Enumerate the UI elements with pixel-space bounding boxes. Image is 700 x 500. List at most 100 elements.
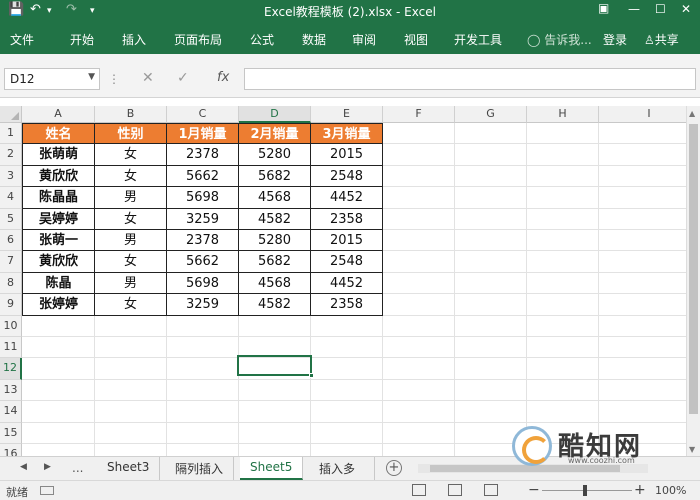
worksheet-grid[interactable]: ABCDEFGHI 1234567891011121314151617 姓名性别… [0, 106, 700, 456]
table-header-cell[interactable]: 姓名 [22, 123, 95, 145]
zoom-slider-thumb[interactable] [583, 485, 587, 496]
tab-file[interactable]: 文件 [10, 31, 34, 48]
more-sheets-left[interactable]: ... [72, 461, 83, 475]
table-cell[interactable]: 5280 [239, 230, 311, 252]
table-cell[interactable]: 女 [95, 251, 167, 273]
column-header-a[interactable]: A [22, 106, 95, 123]
table-cell[interactable]: 2358 [311, 294, 383, 316]
table-cell[interactable]: 黄欣欣 [22, 165, 95, 188]
row-header-16[interactable]: 16 [0, 444, 22, 456]
table-header-cell[interactable]: 1月销量 [167, 123, 239, 145]
row-header-13[interactable]: 13 [0, 379, 22, 402]
table-cell[interactable]: 女 [95, 294, 167, 316]
table-header-cell[interactable]: 性别 [95, 123, 167, 145]
sheet-tab-column-insert[interactable]: 隔列插入 [165, 457, 235, 480]
table-cell[interactable]: 5698 [167, 272, 239, 295]
table-cell[interactable]: 4452 [311, 272, 383, 295]
fill-handle[interactable] [309, 373, 314, 378]
table-cell[interactable]: 2378 [167, 230, 239, 252]
table-cell[interactable]: 女 [95, 165, 167, 188]
table-cell[interactable]: 2548 [311, 165, 383, 188]
table-cell[interactable]: 5698 [167, 187, 239, 209]
table-cell[interactable]: 2378 [167, 144, 239, 166]
tab-home[interactable]: 开始 [70, 31, 94, 48]
column-header-h[interactable]: H [527, 106, 599, 123]
tab-developer[interactable]: 开发工具 [454, 31, 502, 48]
insert-function-button[interactable]: fx [217, 70, 229, 85]
table-cell[interactable]: 5662 [167, 251, 239, 273]
table-cell[interactable]: 2548 [311, 251, 383, 273]
table-cell[interactable]: 4568 [239, 272, 311, 295]
table-cell[interactable]: 男 [95, 187, 167, 209]
add-sheet-icon[interactable]: + [386, 460, 402, 476]
row-header-10[interactable]: 10 [0, 315, 22, 337]
tab-formulas[interactable]: 公式 [250, 31, 274, 48]
table-cell[interactable]: 4452 [311, 187, 383, 209]
name-box-dropdown-icon[interactable]: ▼ [88, 72, 95, 82]
column-header-e[interactable]: E [311, 106, 383, 123]
table-header-cell[interactable]: 2月销量 [239, 123, 311, 145]
table-cell[interactable]: 5280 [239, 144, 311, 166]
table-cell[interactable]: 2015 [311, 144, 383, 166]
share-button[interactable]: ♙共享 [644, 31, 679, 48]
maximize-icon[interactable]: ☐ [655, 2, 666, 16]
tab-view[interactable]: 视图 [404, 31, 428, 48]
formula-input[interactable] [244, 68, 696, 90]
tab-review[interactable]: 审阅 [352, 31, 376, 48]
sheet-tab-sheet3[interactable]: Sheet3 [97, 457, 161, 480]
column-header-c[interactable]: C [167, 106, 239, 123]
sheet-tab-insert-multi[interactable]: 插入多 [309, 457, 375, 480]
column-header-i[interactable]: I [599, 106, 700, 123]
table-cell[interactable]: 女 [95, 144, 167, 166]
sheet-tab-sheet5[interactable]: Sheet5 [240, 457, 304, 480]
zoom-out-icon[interactable]: − [528, 482, 540, 498]
table-cell[interactable]: 4582 [239, 294, 311, 316]
row-header-8[interactable]: 8 [0, 272, 22, 295]
zoom-level[interactable]: 100% [655, 484, 686, 497]
cancel-icon[interactable]: ✕ [142, 70, 154, 86]
normal-view-icon[interactable] [412, 484, 426, 496]
tab-insert[interactable]: 插入 [122, 31, 146, 48]
column-header-d[interactable]: D [239, 106, 311, 123]
vertical-scroll-thumb[interactable] [689, 124, 698, 414]
table-cell[interactable]: 张婷婷 [22, 294, 95, 316]
column-header-g[interactable]: G [455, 106, 527, 123]
table-cell[interactable]: 男 [95, 272, 167, 295]
tab-data[interactable]: 数据 [302, 31, 326, 48]
tab-page-layout[interactable]: 页面布局 [174, 31, 222, 48]
table-cell[interactable]: 男 [95, 230, 167, 252]
table-cell[interactable]: 2358 [311, 208, 383, 230]
row-header-6[interactable]: 6 [0, 230, 22, 252]
table-cell[interactable]: 4582 [239, 208, 311, 230]
macro-record-icon[interactable] [40, 486, 54, 495]
prev-sheet-icon[interactable]: ◀ [20, 462, 27, 472]
scroll-up-icon[interactable]: ▲ [689, 109, 695, 118]
active-cell-selection[interactable] [237, 355, 314, 378]
row-header-14[interactable]: 14 [0, 401, 22, 423]
page-break-view-icon[interactable] [484, 484, 498, 496]
table-header-cell[interactable]: 3月销量 [311, 123, 383, 145]
vertical-scrollbar[interactable]: ▲ ▼ [686, 106, 700, 456]
select-all-button[interactable] [0, 106, 22, 123]
row-header-2[interactable]: 2 [0, 144, 22, 166]
table-cell[interactable]: 5682 [239, 165, 311, 188]
table-cell[interactable]: 2015 [311, 230, 383, 252]
enter-icon[interactable]: ✓ [177, 70, 189, 86]
column-header-b[interactable]: B [95, 106, 167, 123]
row-header-12[interactable]: 12 [0, 358, 22, 380]
row-header-7[interactable]: 7 [0, 251, 22, 273]
row-header-4[interactable]: 4 [0, 187, 22, 209]
table-cell[interactable]: 3259 [167, 294, 239, 316]
table-cell[interactable]: 3259 [167, 208, 239, 230]
next-sheet-icon[interactable]: ▶ [44, 462, 51, 472]
table-cell[interactable]: 张萌萌 [22, 144, 95, 166]
row-header-3[interactable]: 3 [0, 165, 22, 188]
column-header-f[interactable]: F [383, 106, 455, 123]
table-cell[interactable]: 黄欣欣 [22, 251, 95, 273]
row-header-9[interactable]: 9 [0, 294, 22, 316]
zoom-slider-track[interactable] [542, 490, 632, 491]
table-cell[interactable]: 4568 [239, 187, 311, 209]
ribbon-display-options-icon[interactable]: ▣ [598, 1, 609, 15]
table-cell[interactable]: 女 [95, 208, 167, 230]
row-header-15[interactable]: 15 [0, 422, 22, 444]
